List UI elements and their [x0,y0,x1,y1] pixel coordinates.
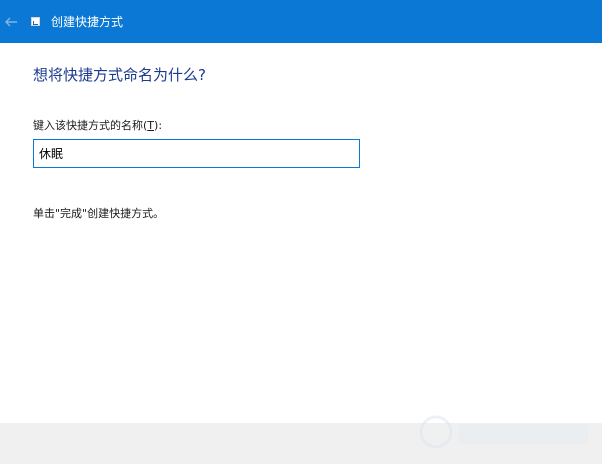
back-button[interactable] [0,0,22,43]
shortcut-icon [31,17,40,26]
create-shortcut-window: 创建快捷方式 想将快捷方式命名为什么? 键入该快捷方式的名称(T): 单击"完成… [0,0,602,464]
window-title: 创建快捷方式 [51,15,124,29]
finish-hint: 单击"完成"创建快捷方式。 [33,207,165,220]
back-arrow-icon [5,17,17,26]
title-bar: 创建快捷方式 [0,0,602,43]
name-field-label-suffix: ): [154,119,163,132]
shortcut-name-input[interactable] [33,139,360,168]
name-field-label: 键入该快捷方式的名称(T): [33,119,162,133]
page-heading: 想将快捷方式命名为什么? [33,66,206,84]
name-field-label-prefix: 键入该快捷方式的名称( [33,119,148,132]
wizard-content: 想将快捷方式命名为什么? 键入该快捷方式的名称(T): 单击"完成"创建快捷方式… [0,43,602,423]
watermark-logo [419,415,588,449]
